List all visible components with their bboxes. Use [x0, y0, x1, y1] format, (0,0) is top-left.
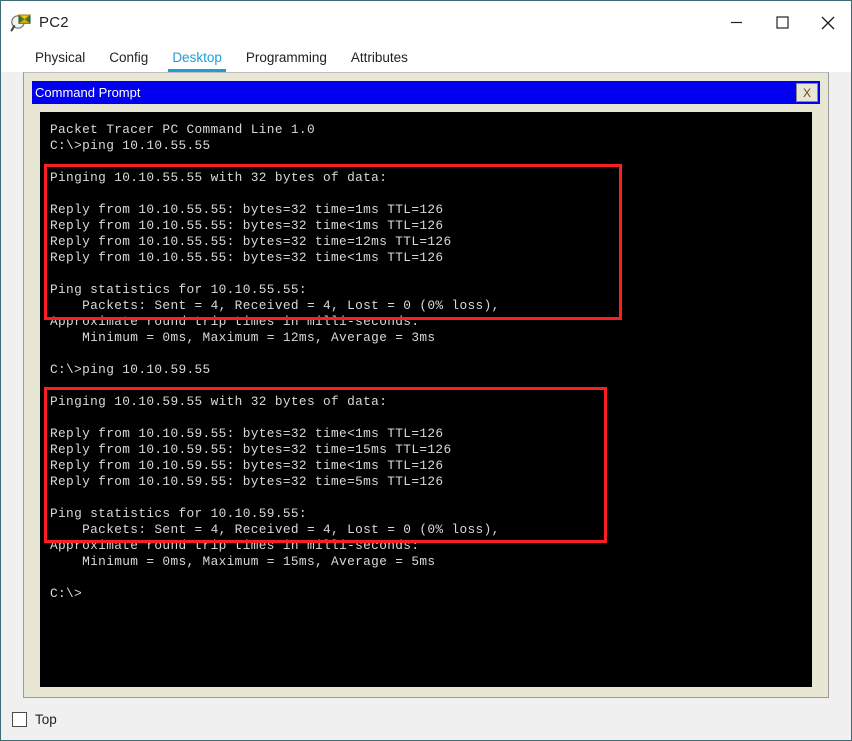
terminal-line: Reply from 10.10.59.55: bytes=32 time=15… [50, 442, 452, 457]
device-tabs: Physical Config Desktop Programming Attr… [1, 44, 851, 72]
terminal-line: Ping statistics for 10.10.55.55: [50, 282, 307, 297]
terminal-line: Packet Tracer PC Command Line 1.0 [50, 122, 315, 137]
terminal-container: Packet Tracer PC Command Line 1.0 C:\>pin… [32, 104, 820, 687]
window-title: PC2 [39, 14, 69, 31]
terminal-line: Packets: Sent = 4, Received = 4, Lost = … [50, 522, 500, 537]
desktop-panel: Command Prompt X Packet Tracer PC Comman… [23, 72, 829, 698]
terminal-line: Minimum = 0ms, Maximum = 15ms, Average =… [50, 554, 436, 569]
terminal-line: Approximate round trip times in milli-se… [50, 538, 420, 553]
terminal-line: Approximate round trip times in milli-se… [50, 314, 420, 329]
terminal-line: Reply from 10.10.55.55: bytes=32 time<1m… [50, 218, 444, 233]
terminal-line: C:\>ping 10.10.59.55 [50, 362, 211, 377]
terminal-line: Reply from 10.10.59.55: bytes=32 time<1m… [50, 458, 444, 473]
terminal-line: Pinging 10.10.59.55 with 32 bytes of dat… [50, 394, 388, 409]
tab-attributes[interactable]: Attributes [339, 50, 420, 72]
tab-config[interactable]: Config [97, 50, 160, 72]
tab-desktop[interactable]: Desktop [160, 50, 234, 72]
terminal-line: Packets: Sent = 4, Received = 4, Lost = … [50, 298, 500, 313]
pc-device-icon [10, 12, 32, 34]
window-controls [713, 1, 851, 44]
terminal-line: Pinging 10.10.55.55 with 32 bytes of dat… [50, 170, 388, 185]
tab-physical[interactable]: Physical [23, 50, 97, 72]
terminal-line: Ping statistics for 10.10.59.55: [50, 506, 307, 521]
terminal-line: Reply from 10.10.55.55: bytes=32 time<1m… [50, 250, 444, 265]
top-checkbox[interactable] [12, 711, 27, 727]
window-footer: Top [1, 698, 851, 740]
terminal-line: C:\>ping 10.10.55.55 [50, 138, 211, 153]
command-prompt-titlebar: Command Prompt X [32, 81, 820, 104]
close-icon[interactable] [805, 1, 851, 44]
terminal-line: Reply from 10.10.55.55: bytes=32 time=1m… [50, 202, 444, 217]
top-checkbox-label: Top [35, 711, 57, 727]
tab-programming[interactable]: Programming [234, 50, 339, 72]
terminal-line: Reply from 10.10.59.55: bytes=32 time=5m… [50, 474, 444, 489]
minimize-icon[interactable] [713, 1, 759, 44]
window-titlebar: PC2 [1, 1, 851, 44]
terminal-line: Minimum = 0ms, Maximum = 12ms, Average =… [50, 330, 436, 345]
terminal-output[interactable]: Packet Tracer PC Command Line 1.0 C:\>pin… [40, 112, 812, 687]
terminal-line: Reply from 10.10.55.55: bytes=32 time=12… [50, 234, 452, 249]
terminal-line: Reply from 10.10.59.55: bytes=32 time<1m… [50, 426, 444, 441]
pc-device-window: PC2 Physical Config Desktop Programming … [0, 0, 852, 741]
command-prompt-title: Command Prompt [35, 85, 141, 100]
command-prompt-close-button[interactable]: X [796, 83, 818, 102]
maximize-icon[interactable] [759, 1, 805, 44]
terminal-line: C:\> [50, 586, 83, 601]
